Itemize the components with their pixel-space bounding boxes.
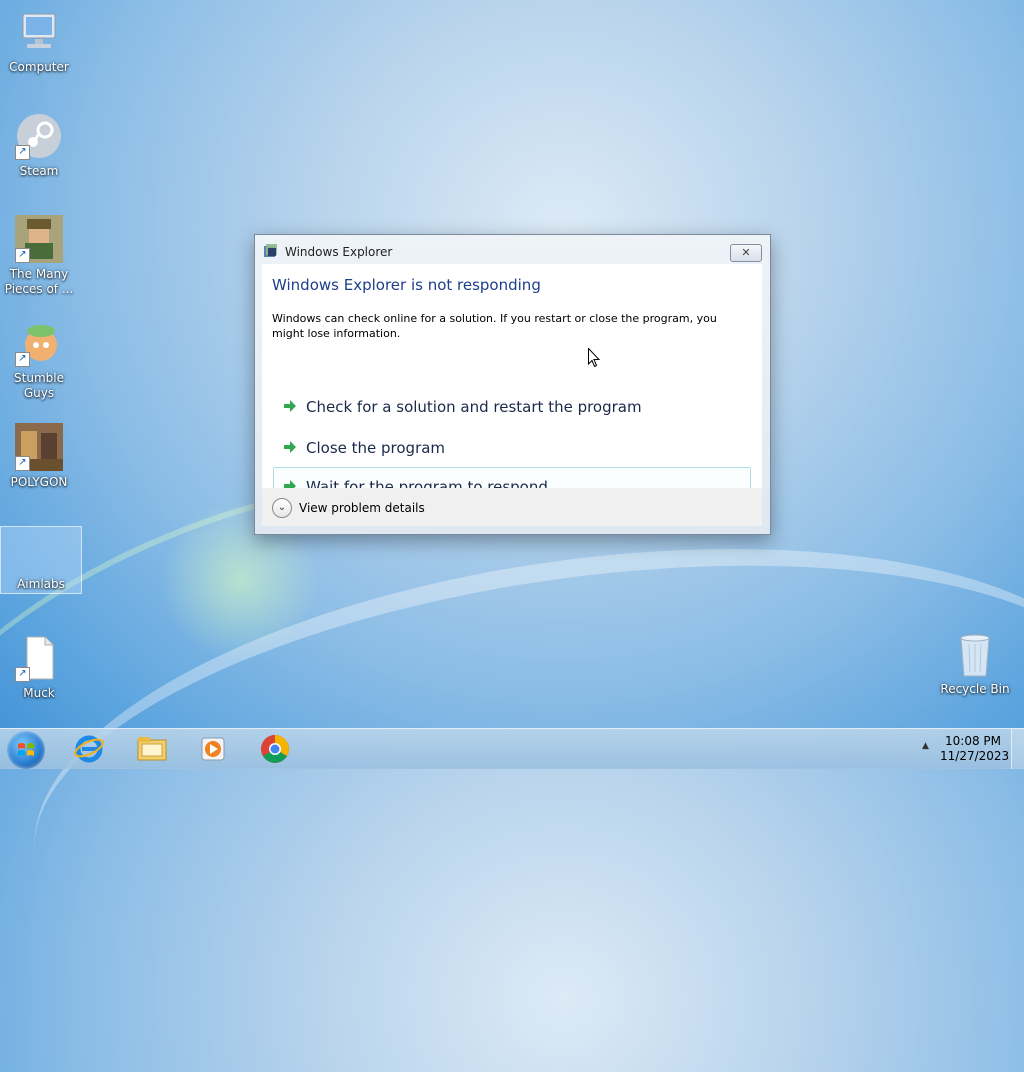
desktop-icon-many-pieces[interactable]: ↗ The Many Pieces of ... [0,215,79,297]
desktop-icon-label: POLYGON [10,475,68,489]
desktop-icon-label: The Many Pieces of ... [4,267,74,296]
blank-file-icon: ↗ [15,634,63,682]
taskbar-media-player[interactable] [186,731,240,767]
close-icon: ✕ [741,246,751,259]
desktop-icon-aimlabs[interactable]: Aimlabs [0,526,82,594]
shortcut-arrow-icon: ↗ [15,667,30,682]
close-button[interactable]: ✕ [730,244,762,262]
shortcut-arrow-icon: ↗ [15,456,30,471]
dialog-title: Windows Explorer [285,245,393,259]
taskbar-clock[interactable]: 10:08 PM 11/27/2023 [940,734,1010,764]
chevron-down-icon: ⌄ [277,502,287,513]
desktop-icon-label: Recycle Bin [940,682,1010,696]
shortcut-arrow-icon: ↗ [15,145,30,160]
mouse-cursor-icon [588,347,601,368]
dialog-description: Windows can check online for a solution.… [272,312,717,340]
game-thumbnail-icon: ↗ [15,215,63,263]
desktop-icon-computer[interactable]: Computer [0,8,79,75]
check-solution-restart-option[interactable]: Check for a solution and restart the pro… [273,387,751,427]
option-label: Close the program [306,439,446,457]
expand-details-button[interactable]: ⌄ [272,498,292,518]
file-explorer-icon [137,737,167,761]
chrome-icon [261,735,289,763]
wallpaper-swoosh [4,485,1024,1072]
stumble-guys-icon: ↗ [15,319,63,367]
option-label: Check for a solution and restart the pro… [306,398,642,416]
desktop-icon-label: Computer [9,60,69,74]
show-hidden-icons-button[interactable]: ▲ [922,741,929,751]
desktop-icon-label: Steam [19,164,59,178]
not-responding-dialog: Windows Explorer ✕ Windows Explorer is n… [254,234,771,535]
computer-icon [15,8,63,56]
desktop-icon-label: Muck [23,686,55,700]
start-button[interactable] [7,731,45,769]
shortcut-arrow-icon: ↗ [15,352,30,367]
recycle-bin-icon [951,630,999,678]
steam-icon: ↗ [15,112,63,160]
windows-logo-icon [18,743,34,756]
taskbar-chrome[interactable] [248,731,302,767]
show-desktop-button[interactable] [1011,729,1024,769]
internet-explorer-icon [74,735,104,763]
dialog-footer: ⌄ View problem details [262,488,762,526]
desktop-icon-recycle-bin[interactable]: Recycle Bin [935,630,1015,697]
desktop-icon-steam[interactable]: ↗ Steam [0,112,79,179]
taskbar-internet-explorer[interactable] [62,731,116,767]
desktop-icon-label: Stumble Guys [14,371,64,400]
desktop-icon-polygon[interactable]: ↗ POLYGON [0,423,79,490]
shortcut-arrow-icon: ↗ [15,248,30,263]
close-program-option[interactable]: Close the program [273,428,751,468]
desktop-icon-label: Aimlabs [17,577,65,591]
green-arrow-icon [282,439,298,455]
polygon-icon: ↗ [15,423,63,471]
clock-date: 11/27/2023 [940,749,1010,763]
dialog-content: Windows Explorer is not responding Windo… [262,264,762,507]
desktop-icon-muck[interactable]: ↗ Muck [0,634,79,701]
media-player-icon [201,737,225,761]
dialog-heading: Windows Explorer is not responding [272,276,541,294]
clock-time: 10:08 PM [945,734,1001,748]
view-problem-details-link[interactable]: View problem details [299,501,425,515]
windows-explorer-icon [263,243,279,259]
dialog-titlebar[interactable]: Windows Explorer ✕ [255,235,770,263]
aimlabs-icon [17,535,65,573]
taskbar-file-explorer[interactable] [124,731,178,767]
green-arrow-icon [282,398,298,414]
taskbar: ▲ 10:08 PM 11/27/2023 [0,728,1024,769]
desktop-icon-stumble-guys[interactable]: ↗ Stumble Guys [0,319,79,401]
